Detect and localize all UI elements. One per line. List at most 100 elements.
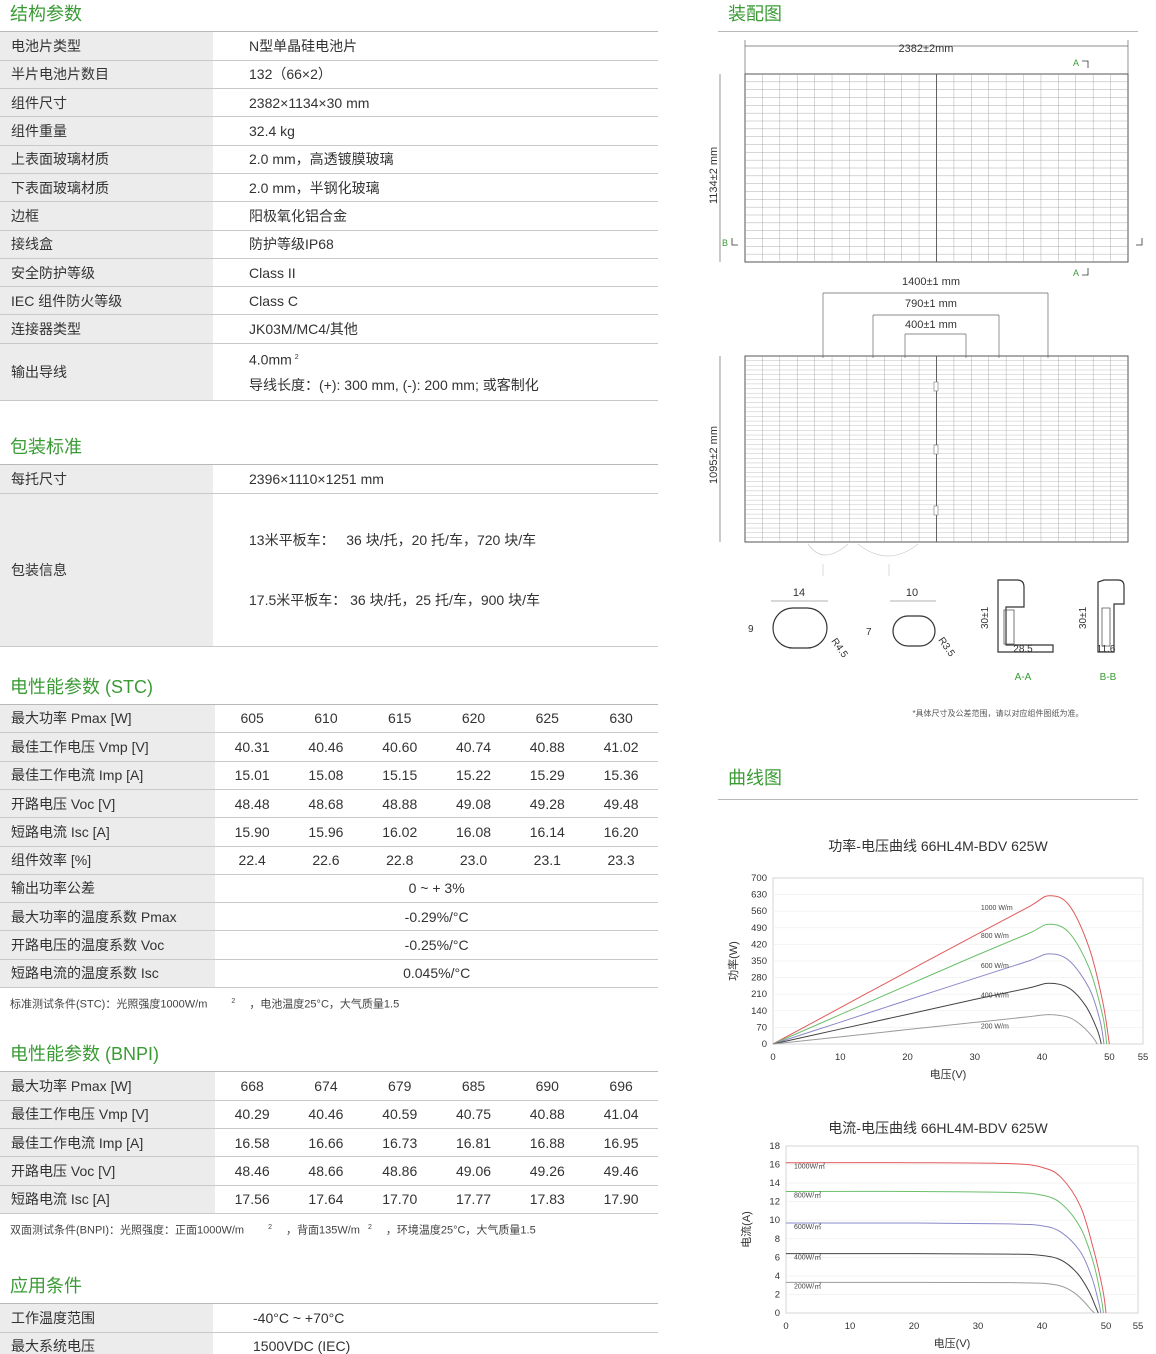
cell-value: 615 [362, 704, 437, 734]
height-label: 1134±2 mm [708, 147, 720, 204]
row-value: 132（66×2） [213, 60, 658, 90]
structure-table: 电池片类型 N型单晶硅电池片 半片电池片数目 132（66×2） 组件尺寸 2382×11… [0, 32, 658, 401]
series-line [785, 1190, 1104, 1314]
row-value: 阳极氧化铝合金 [213, 201, 658, 231]
packing-size-value: 2396×1110×1251 mm [213, 464, 658, 494]
cell-value: 40.74 [436, 732, 511, 762]
row-value: JK03M/MC4/其他 [213, 314, 658, 344]
width-label: 2382±2mm [899, 43, 954, 55]
assembly-title: 装配图 [718, 0, 1138, 32]
row-key: 组件效率 [%] [0, 846, 216, 875]
row-key: 电池片类型 [0, 32, 213, 61]
cell-value: 49.26 [510, 1156, 585, 1186]
y-tick-label: 350 [751, 956, 767, 967]
series-line [772, 953, 1105, 1045]
table-row: 安全防护等级 Class II [0, 258, 658, 288]
table-row: 最大功率 Pmax [W] 668 674 679 685 690 696 [0, 1072, 658, 1101]
cell-value: 49.08 [436, 789, 511, 819]
curves-title: 曲线图 [718, 764, 1138, 800]
row-key: 最大功率的温度系数 Pmax [0, 902, 216, 932]
series-label: 600 W/m [981, 963, 1009, 970]
cell-value: 22.6 [289, 846, 363, 875]
cell-value: 696 [584, 1072, 658, 1101]
row-value: 32.4 kg [213, 116, 658, 146]
back-height-label: 1095±2 mm [708, 426, 720, 484]
section-bb: B-B [1100, 672, 1117, 683]
section-aa: A-A [1015, 672, 1032, 683]
packing-title: 包装标准 [0, 433, 658, 465]
cell-value: 17.90 [584, 1185, 658, 1215]
table-row: 上表面玻璃材质 2.0 mm，高透镀膜玻璃 [0, 145, 658, 174]
x-tick-label: 50 [1101, 1321, 1112, 1332]
row-value: 2382×1134×30 mm [213, 88, 658, 118]
y-tick-label: 420 [751, 939, 767, 950]
cell-value: 23.0 [436, 846, 511, 875]
cell-value: 48.66 [289, 1156, 363, 1186]
y-tick-label: 560 [751, 906, 767, 917]
cell-value: 15.90 [215, 817, 290, 847]
cell-value: 40.46 [289, 732, 363, 762]
x-axis-label: 电压(V) [930, 1068, 967, 1081]
table-row: IEC 组件防火等级 Class C [0, 286, 658, 316]
bnpi-note-a: 双面测试条件(BNPI)：光照强度：正面1000W/m [10, 1224, 245, 1237]
y-tick-label: 0 [775, 1308, 780, 1319]
cell-value: 16.58 [215, 1128, 290, 1158]
drawing-column: 装配图 2382±2mm 1134±2 mm A A B B 1400±1 mm [708, 0, 1148, 1350]
cell-value: 23.1 [510, 846, 585, 875]
y-tick-label: 2 [775, 1289, 780, 1300]
frame-b-width: 11.6 [1097, 644, 1116, 655]
y-tick-label: 4 [775, 1271, 780, 1282]
cell-value: 668 [215, 1072, 290, 1101]
row-value: -0.29%/°C [215, 902, 658, 932]
table-row: 每托尺寸 2396×1110×1251 mm [0, 464, 658, 494]
frame-b-height: 30±1 [1078, 606, 1089, 629]
packing-info-value: 13米平板车： 36 块/托，20 托/车，720 块/车 17.5米平板车： … [213, 493, 658, 647]
x-tick-label: 50 [1104, 1052, 1115, 1063]
stc-note-b: ，电池温度25°C，大气质量1.5 [249, 998, 400, 1011]
bnpi-note: 双面测试条件(BNPI)：光照强度：正面1000W/m 2 ，背面135W/m 2 ，环… [0, 1214, 658, 1242]
row-key: 短路电流的温度系数 Isc [0, 959, 216, 989]
table-row: 开路电压的温度系数 Voc -0.25%/°C [0, 930, 658, 960]
table-row: 最大功率 Pmax [W] 605 610 615 620 625 630 [0, 704, 658, 734]
x-axis-label: 电压(V) [934, 1337, 971, 1350]
row-key: 短路电流 Isc [A] [0, 1185, 216, 1215]
row-key: 开路电压 Voc [V] [0, 789, 216, 819]
cable-value: 4.0mm 2 导线长度：(+): 300 mm, (-): 200 mm; 或客… [213, 343, 658, 401]
y-tick-label: 280 [751, 973, 767, 984]
series-line [785, 1222, 1102, 1314]
row-key: 最大功率 Pmax [W] [0, 1072, 216, 1101]
cell-value: 22.4 [215, 846, 290, 875]
hole-790-label: 790±1 mm [905, 298, 957, 310]
row-key: 开路电压 Voc [V] [0, 1156, 216, 1186]
bnpi-note-sup2: 2 [367, 1224, 372, 1232]
frame-a-height: 30±1 [980, 606, 991, 629]
series-label: 800W/㎡ [794, 1191, 821, 1199]
table-row: 组件效率 [%] 22.4 22.6 22.8 23.0 23.1 23.3 [0, 846, 658, 875]
cell-value: 22.8 [362, 846, 437, 875]
chart1-title: 功率-电压曲线 66HL4M-BDV 625W [828, 838, 1048, 854]
x-tick-label: 55 [1133, 1321, 1144, 1332]
y-tick-label: 70 [756, 1022, 767, 1033]
cell-value: 49.48 [584, 789, 658, 819]
cell-value: 17.56 [215, 1185, 290, 1215]
cell-value: 15.29 [510, 761, 585, 790]
cell-value: 40.88 [510, 1100, 585, 1130]
table-row: 半片电池片数目 132（66×2） [0, 60, 658, 90]
cell-value: 16.14 [510, 817, 585, 847]
assembly-note: *具体尺寸及公差范围，请以对应组件图纸为准。 [912, 708, 1083, 718]
x-tick-label: 40 [1037, 1321, 1048, 1332]
series-line [785, 1253, 1099, 1314]
table-row: 短路电流的温度系数 Isc 0.045%/°C [0, 959, 658, 989]
app-title: 应用条件 [0, 1272, 658, 1305]
x-tick-label: 0 [770, 1052, 775, 1063]
cell-value: 23.3 [584, 846, 658, 875]
stc-note-a: 标准测试条件(STC)：光照强度1000W/m [10, 998, 208, 1011]
mark-a-bottom: A [1073, 268, 1079, 278]
row-key: IEC 组件防火等级 [0, 286, 213, 316]
row-value: -40°C ~ +70°C [213, 1304, 658, 1333]
back-view: 1400±1 mm 790±1 mm 400±1 mm 1095±2 mm [708, 276, 1129, 576]
cell-value: 15.96 [289, 817, 363, 847]
table-row: 工作温度范围 -40°C ~ +70°C [0, 1304, 658, 1333]
cell-value: 48.46 [215, 1156, 290, 1186]
hole-1400-label: 1400±1 mm [902, 276, 960, 288]
